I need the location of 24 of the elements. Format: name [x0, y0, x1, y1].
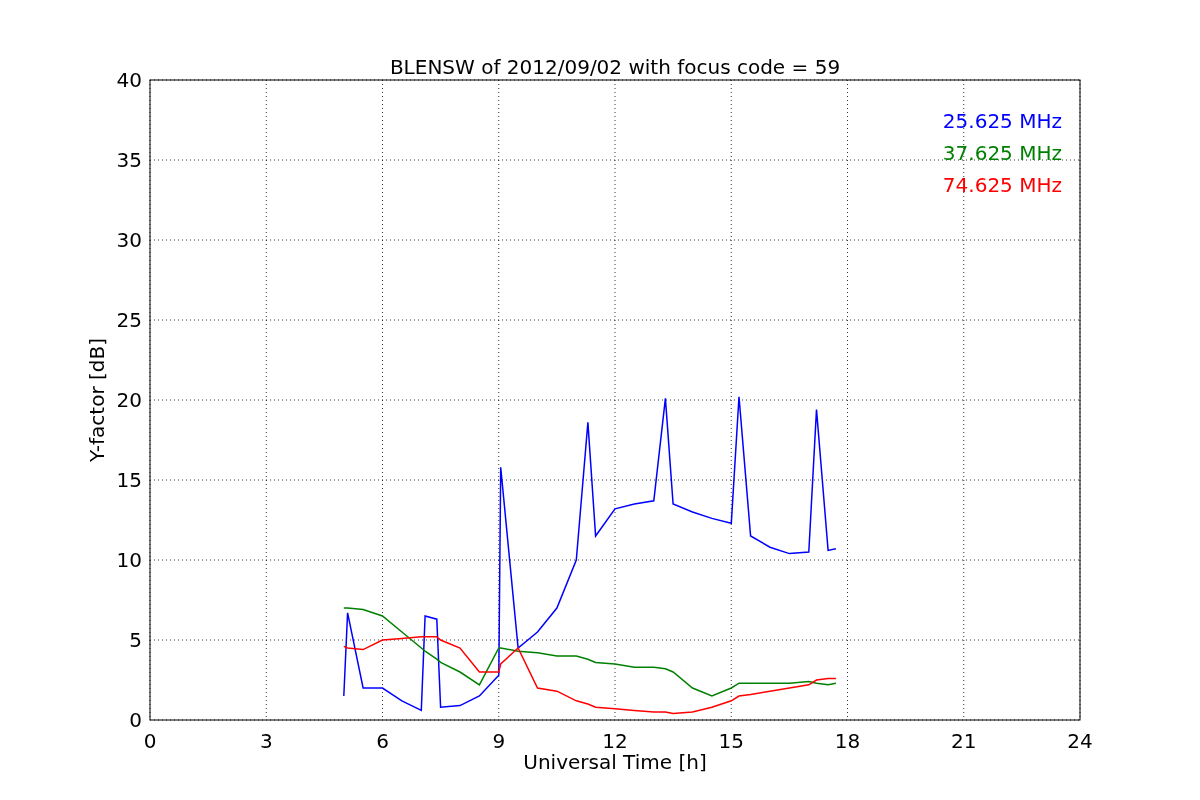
y-tick-label: 40 — [116, 68, 142, 92]
x-axis-label: Universal Time [h] — [523, 750, 707, 774]
x-tick-label: 9 — [492, 729, 506, 753]
x-tick-label: 24 — [1067, 729, 1093, 753]
y-tick-label: 15 — [116, 468, 142, 492]
x-tick-label: 15 — [718, 729, 744, 753]
x-tick-label: 21 — [951, 729, 977, 753]
chart-title: BLENSW of 2012/09/02 with focus code = 59 — [389, 55, 841, 79]
x-tick-label: 3 — [259, 729, 273, 753]
x-tick-label: 6 — [376, 729, 389, 753]
legend-label: 25.625 MHz — [942, 109, 1062, 133]
y-tick-label: 10 — [116, 548, 142, 572]
y-tick-label: 0 — [129, 708, 142, 732]
y-tick-label: 20 — [116, 388, 142, 412]
x-tick-label: 12 — [602, 729, 628, 753]
x-tick-label: 18 — [834, 729, 861, 753]
y-axis-label: Y-factor [dB] — [85, 338, 109, 462]
x-tick-label: 0 — [143, 729, 157, 753]
y-tick-label: 25 — [116, 308, 142, 332]
y-tick-label: 30 — [116, 228, 142, 252]
legend-label: 74.625 MHz — [942, 173, 1062, 197]
y-tick-label: 5 — [129, 628, 142, 652]
y-tick-label: 35 — [116, 148, 142, 172]
legend-label: 37.625 MHz — [942, 141, 1062, 165]
